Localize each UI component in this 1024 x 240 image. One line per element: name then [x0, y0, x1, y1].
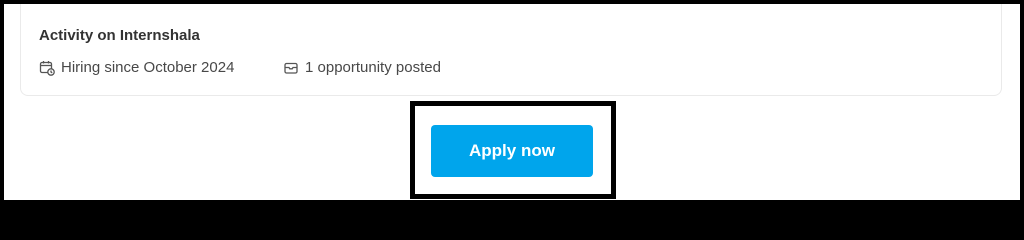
opportunities-posted-text: 1 opportunity posted	[305, 59, 441, 76]
page-frame: Activity on Internshala Hiring since Oct…	[4, 4, 1020, 200]
hiring-since-stat: Hiring since October 2024	[39, 59, 234, 76]
activity-card: Activity on Internshala Hiring since Oct…	[20, 4, 1002, 96]
hiring-since-text: Hiring since October 2024	[61, 59, 235, 76]
apply-now-button[interactable]: Apply now	[431, 125, 593, 177]
opportunities-posted-stat: 1 opportunity posted	[283, 59, 441, 76]
calendar-clock-icon	[39, 60, 55, 76]
activity-title: Activity on Internshala	[39, 27, 200, 44]
briefcase-icon	[283, 60, 299, 76]
